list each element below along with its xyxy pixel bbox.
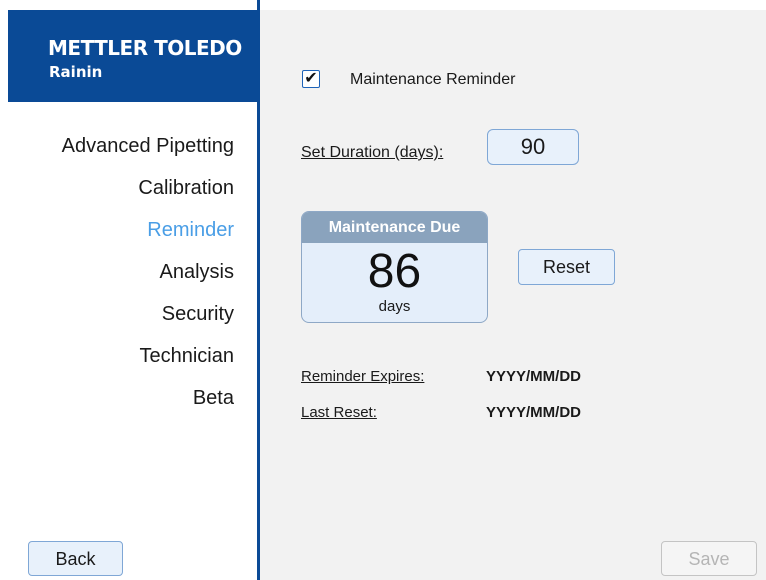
sidebar-item-advanced-pipetting[interactable]: Advanced Pipetting	[62, 135, 234, 158]
brand-logo: METTLER TOLEDO Rainin	[8, 10, 257, 102]
duration-input[interactable]: 90	[487, 129, 579, 165]
duration-label: Set Duration (days):	[301, 144, 444, 161]
maintenance-due-title: Maintenance Due	[302, 212, 487, 243]
last-reset-value: YYYY/MM/DD	[486, 404, 582, 421]
brand-name: METTLER TOLEDO	[48, 36, 242, 60]
sidebar-item-calibration[interactable]: Calibration	[138, 177, 234, 200]
maintenance-due-value: 86	[367, 245, 422, 298]
checkmark-icon: ✔	[304, 70, 318, 87]
maintenance-due-card: Maintenance Due 86 days	[301, 211, 488, 323]
maintenance-due-unit: days	[378, 298, 411, 315]
brand-subname: Rainin	[49, 63, 103, 81]
sidebar-item-beta[interactable]: Beta	[193, 387, 234, 410]
reminder-expires-label: Reminder Expires:	[301, 368, 425, 385]
maintenance-reminder-label: Maintenance Reminder	[350, 71, 516, 88]
maintenance-reminder-checkbox[interactable]: ✔	[302, 70, 320, 88]
back-button[interactable]: Back	[28, 541, 123, 576]
sidebar-item-security[interactable]: Security	[162, 303, 234, 326]
reset-button[interactable]: Reset	[518, 249, 615, 285]
sidebar-item-analysis[interactable]: Analysis	[160, 261, 234, 284]
sidebar-item-reminder[interactable]: Reminder	[147, 219, 234, 242]
sidebar-item-technician[interactable]: Technician	[139, 345, 234, 368]
last-reset-label: Last Reset:	[301, 404, 377, 421]
reminder-expires-value: YYYY/MM/DD	[486, 368, 582, 385]
save-button[interactable]: Save	[661, 541, 757, 576]
